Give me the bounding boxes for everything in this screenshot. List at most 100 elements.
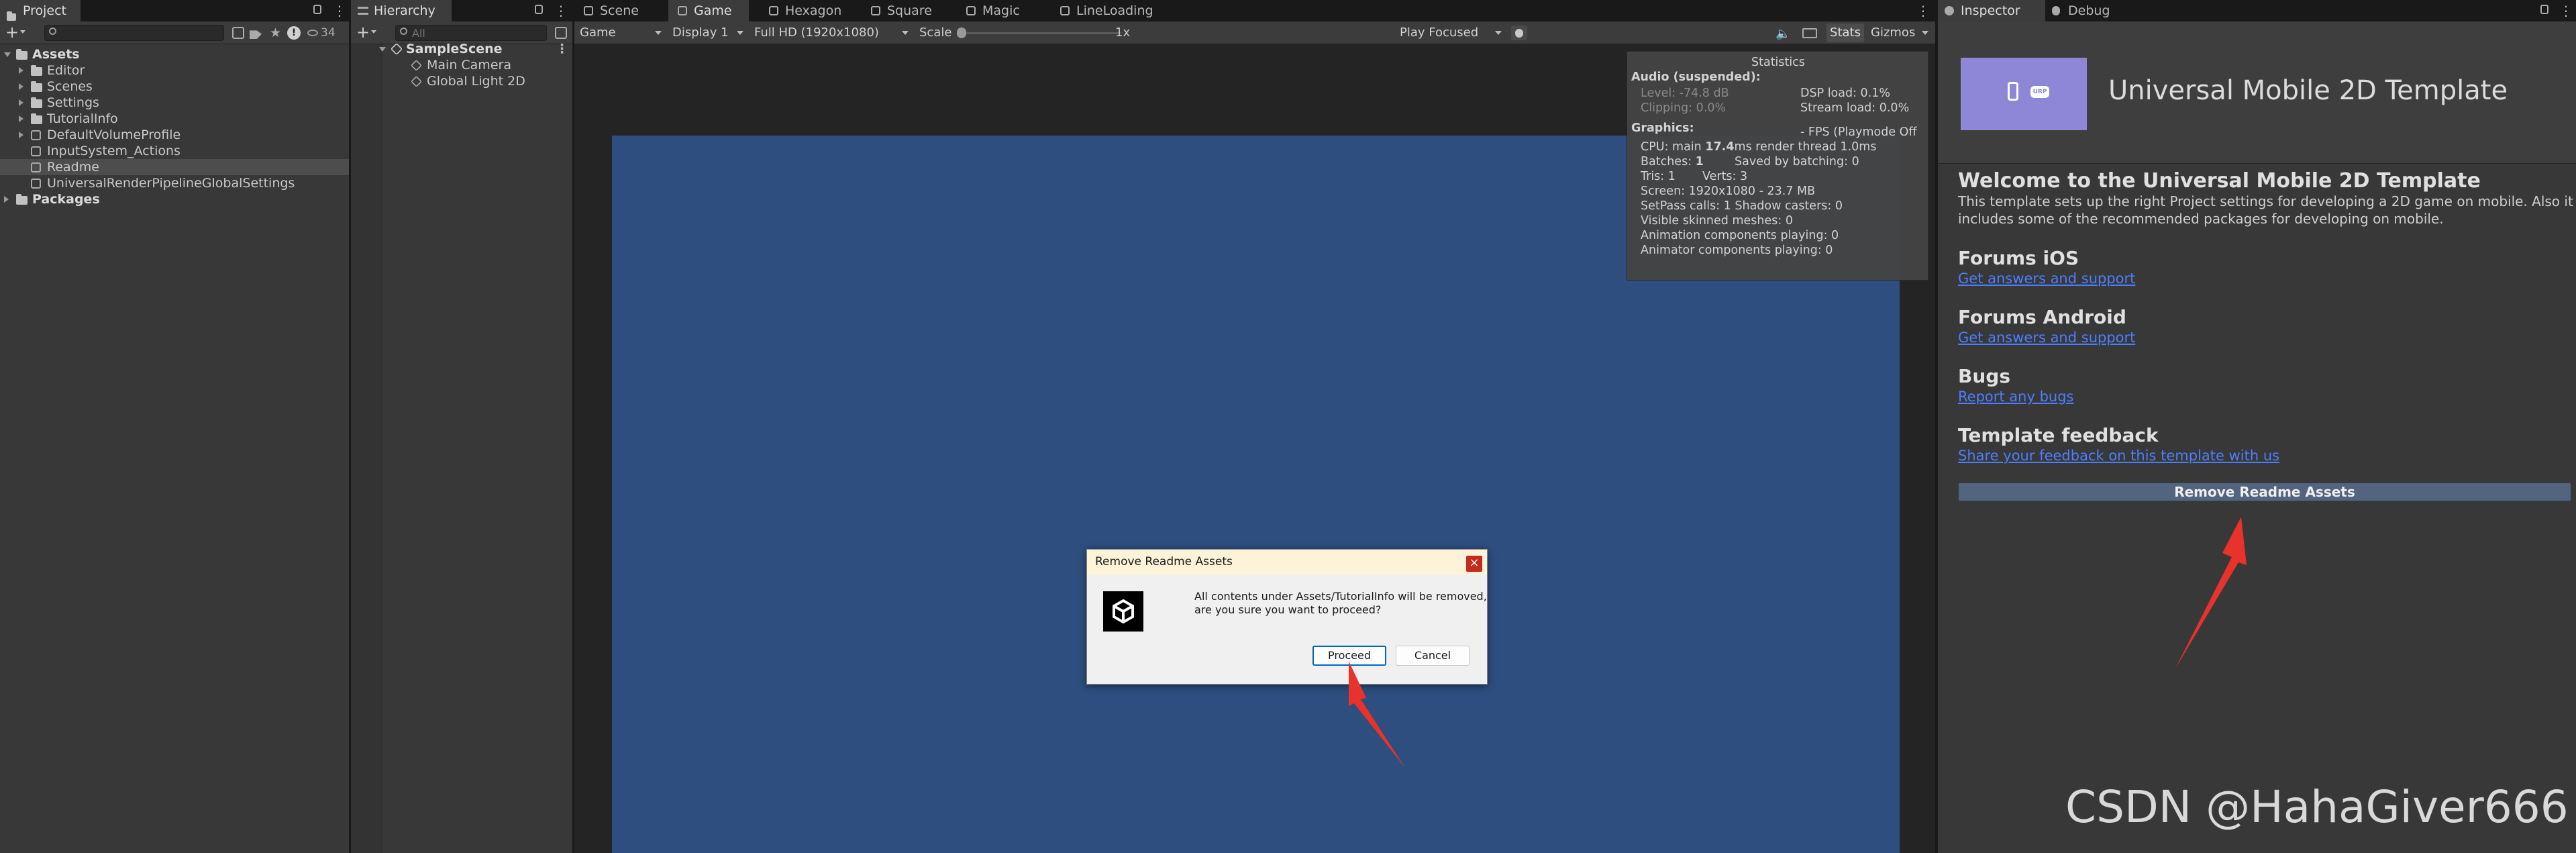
project-tree-item[interactable]: Assets (0, 46, 349, 62)
folder-icon (31, 81, 42, 92)
tab-lineloading[interactable]: LineLoading (1051, 0, 1153, 21)
tab-square[interactable]: Square (862, 0, 942, 21)
verts-readout: Verts: 3 (1702, 170, 1748, 183)
expand-arrow-icon[interactable] (4, 52, 11, 57)
hierarchy-tabbar: Hierarchy ⋮ (351, 0, 572, 21)
chevron-down-icon (737, 31, 743, 35)
tab-hexagon[interactable]: Hexagon (760, 0, 847, 21)
play-mode-dropdown[interactable]: Play Focused (1396, 24, 1506, 42)
more-menu-icon[interactable]: ⋮ (1916, 3, 1930, 19)
frame-debugger-bug-icon[interactable] (1511, 26, 1527, 40)
expand-arrow-icon[interactable] (19, 83, 23, 90)
cpu-readout: CPU: main 17.4ms render thread 1.0ms (1641, 140, 1877, 154)
scale-label: Scale (919, 26, 952, 40)
saved-batching: Saved by batching: 0 (1735, 155, 1859, 168)
expand-arrow-icon[interactable] (19, 99, 23, 106)
project-tree-item[interactable]: TutorialInfo (0, 111, 349, 127)
hierarchy-scene-gutter (351, 44, 383, 853)
chevron-down-icon (1922, 31, 1928, 35)
expand-arrow-icon[interactable] (4, 196, 9, 203)
hierarchy-item[interactable]: Global Light 2D (411, 73, 525, 89)
filter-label-icon[interactable] (250, 30, 262, 39)
phone-icon (2008, 82, 2018, 101)
hierarchy-panel: + SampleScene ⋮ Main Camera Global Light … (351, 21, 572, 853)
inspector-section-link[interactable]: Get answers and support (1958, 270, 2135, 287)
project-tree-item[interactable]: Packages (0, 191, 349, 207)
lock-icon[interactable] (535, 5, 543, 14)
project-tree-item[interactable]: Settings (0, 95, 349, 111)
project-tree-label: UniversalRenderPipelineGlobalSettings (47, 176, 295, 191)
hierarchy-search-field[interactable] (412, 26, 539, 40)
project-tree-item[interactable]: Scenes (0, 79, 349, 95)
dialog-message-line1: All contents under Assets/TutorialInfo w… (1194, 590, 1487, 603)
more-menu-icon[interactable]: ⋮ (554, 3, 568, 19)
view-mode-dropdown[interactable]: Game (576, 24, 666, 42)
close-button[interactable]: × (1466, 556, 1482, 572)
visibility-count-badge[interactable]: 34 (307, 26, 336, 40)
project-tree-item[interactable]: DefaultVolumeProfile (0, 127, 349, 143)
scale-slider-track[interactable] (960, 32, 1121, 34)
add-dropdown-caret[interactable] (20, 30, 25, 34)
dialog-message-line2: are you sure you want to proceed? (1194, 603, 1382, 616)
more-menu-icon[interactable]: ⋮ (2559, 3, 2573, 19)
project-toolbar: + ★ ! 34 (0, 21, 349, 44)
tab-hierarchy[interactable]: Hierarchy (351, 0, 452, 21)
more-menu-icon[interactable]: ⋮ (333, 3, 346, 19)
tab-debug[interactable]: Debug (2045, 0, 2126, 21)
tab-inspector[interactable]: Inspector (1938, 0, 2045, 21)
scene-menu-icon[interactable]: ⋮ (556, 41, 568, 57)
scale-value: 1x (1115, 26, 1131, 40)
scale-slider-thumb[interactable] (957, 28, 966, 38)
mute-audio-icon[interactable]: 🔈 (1775, 27, 1790, 41)
remove-readme-assets-button[interactable]: Remove Readme Assets (1958, 483, 2571, 501)
inspector-section-heading: Forums Android (1958, 306, 2126, 328)
remove-readme-dialog: Remove Readme Assets × All contents unde… (1086, 549, 1488, 685)
resolution-dropdown[interactable]: Full HD (1920x1080) (750, 24, 913, 42)
folder-icon (7, 5, 17, 21)
project-tree-item[interactable]: Editor (0, 62, 349, 79)
tab-icon (871, 6, 880, 15)
expand-arrow-icon[interactable] (19, 132, 23, 138)
lock-icon[interactable] (2540, 5, 2548, 14)
info-toggle-icon[interactable]: ! (287, 26, 301, 40)
chevron-down-icon (655, 31, 662, 35)
inspector-section-link[interactable]: Report any bugs (1958, 389, 2073, 405)
gizmos-dropdown[interactable]: Gizmos (1867, 24, 1933, 42)
scene-row[interactable]: SampleScene ⋮ (379, 41, 572, 57)
expand-arrow-icon[interactable] (19, 67, 23, 74)
statistics-overlay: Statistics Audio (suspended): Level: -74… (1627, 51, 1928, 281)
hierarchy-item-label: Global Light 2D (427, 74, 525, 89)
project-tree-item[interactable]: Readme (0, 159, 349, 175)
folder-icon (16, 49, 28, 60)
tab-magic[interactable]: Magic (957, 0, 1037, 21)
add-button[interactable]: + (356, 23, 370, 42)
search-input[interactable] (44, 25, 224, 41)
game-tabbar: Scene Game Hexagon Square Magic LineLoading ⋮ (574, 0, 1935, 21)
list-icon (358, 7, 368, 15)
star-filter-icon[interactable]: ★ (270, 26, 281, 40)
project-tree-item[interactable]: InputSystem_Actions (0, 143, 349, 159)
hierarchy-search-input[interactable] (395, 25, 547, 41)
display-dropdown[interactable]: Display 1 (668, 24, 748, 42)
tab-project[interactable]: Project (0, 0, 81, 21)
tris-readout: Tris: 1 (1641, 170, 1676, 183)
screen-readout: Screen: 1920x1080 - 23.7 MB (1641, 185, 1816, 198)
search-by-type-icon[interactable] (232, 27, 244, 39)
add-dropdown-caret[interactable] (371, 30, 376, 34)
add-button[interactable]: + (5, 23, 19, 42)
inspector-section-link[interactable]: Get answers and support (1958, 330, 2135, 346)
keyboard-shortcuts-icon[interactable] (1802, 28, 1817, 38)
hierarchy-item[interactable]: Main Camera (411, 57, 511, 73)
tab-scene[interactable]: Scene (574, 0, 655, 21)
expand-arrow-icon[interactable] (19, 115, 23, 122)
lock-icon[interactable] (313, 5, 321, 14)
search-by-type-icon[interactable] (555, 27, 567, 39)
inspector-section-link[interactable]: Share your feedback on this template wit… (1958, 448, 2279, 464)
project-tree-item[interactable]: UniversalRenderPipelineGlobalSettings (0, 175, 349, 191)
tab-game[interactable]: Game (668, 0, 749, 21)
expand-arrow-icon[interactable] (379, 47, 386, 52)
stats-toggle-button[interactable]: Stats (1826, 23, 1864, 42)
inspector-header: URP Universal Mobile 2D Template (1938, 21, 2576, 164)
unity-scene-icon (390, 42, 403, 56)
welcome-text-line1: This template sets up the right Project … (1958, 193, 2573, 209)
